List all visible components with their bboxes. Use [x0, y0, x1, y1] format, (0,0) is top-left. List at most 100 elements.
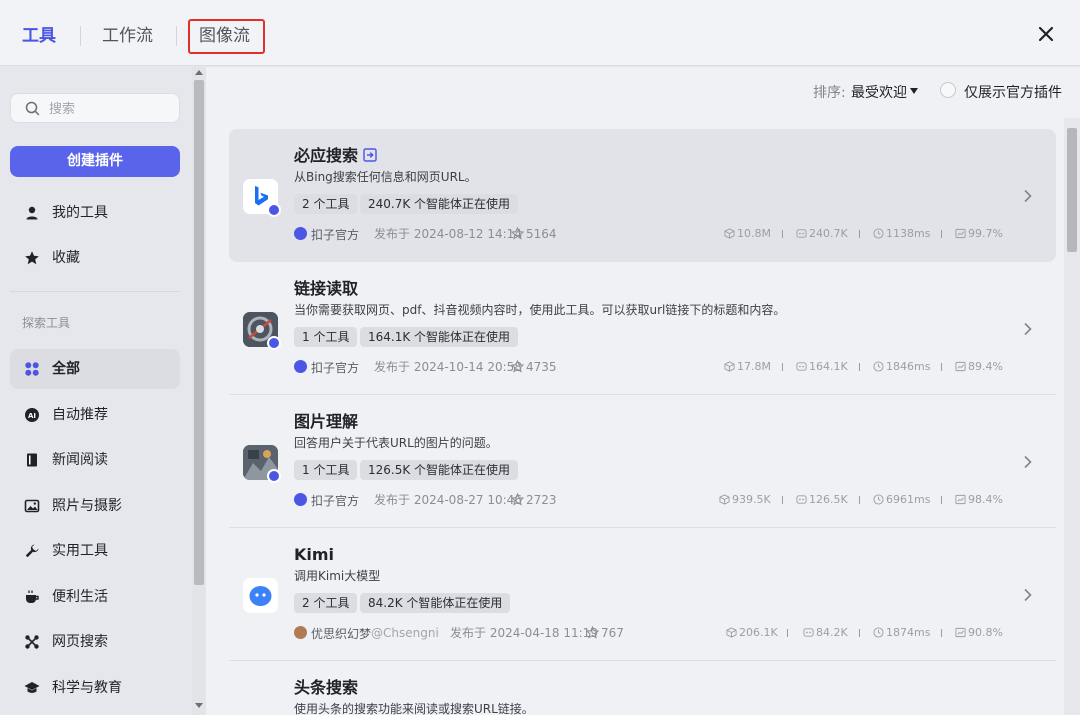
wrench-icon: [25, 544, 39, 558]
sidebar-item-favorites[interactable]: 收藏: [10, 238, 180, 278]
book-icon: [27, 453, 37, 467]
plugin-title[interactable]: 图片理解: [294, 412, 358, 432]
tab-workflow[interactable]: 工作流: [102, 24, 153, 48]
chart-icon: [955, 627, 966, 638]
latency-value: 1874ms: [886, 626, 931, 639]
main-scrollbar-thumb[interactable]: [1067, 128, 1077, 252]
chevron-right-icon[interactable]: [1023, 189, 1033, 203]
star-count-value: 5164: [526, 227, 557, 241]
bot-count: 84.2K: [803, 625, 848, 641]
stat-divider: [859, 629, 860, 637]
stat-divider: [782, 230, 783, 238]
author-name: 扣子官方: [311, 228, 360, 242]
sidebar-item-science-education[interactable]: 科学与教育: [10, 668, 180, 708]
latency-value: 6961ms: [886, 493, 931, 506]
plugin-title[interactable]: 链接读取: [294, 279, 358, 299]
bot-count: 240.7K: [796, 226, 848, 242]
bot-count-value: 164.1K: [809, 360, 848, 373]
sidebar-item-utilities[interactable]: 实用工具: [10, 531, 180, 571]
section-label: 探索工具: [22, 316, 71, 330]
bot-count-value: 84.2K: [816, 626, 848, 639]
open-detail-icon[interactable]: [363, 148, 377, 162]
publish-date: 发布于 2024-08-27 10:46: [374, 493, 522, 507]
clock-icon: [873, 361, 884, 372]
sidebar-item-lifestyle[interactable]: 便利生活: [10, 577, 180, 617]
bot-count: 126.5K: [796, 492, 848, 508]
clock-icon: [873, 494, 884, 505]
agent-count-tag: 84.2K 个智能体正在使用: [360, 593, 511, 613]
call-count: 206.1K: [726, 625, 778, 641]
plugin-card[interactable]: 头条搜索 使用头条的搜索功能来阅读或搜索URL链接。: [229, 661, 1056, 715]
stat-divider: [787, 629, 788, 637]
stat-divider: [941, 496, 942, 504]
tab-highlight-box: [188, 19, 265, 54]
official-only-label[interactable]: 仅展示官方插件: [964, 82, 1062, 102]
agent-count-tag: 164.1K 个智能体正在使用: [360, 327, 519, 347]
close-icon[interactable]: [1036, 24, 1056, 44]
search-box[interactable]: [10, 93, 180, 123]
chevron-right-icon[interactable]: [1023, 322, 1033, 336]
bot-icon: [796, 495, 807, 504]
caret-down-icon[interactable]: [910, 88, 918, 94]
star-count: 4735: [510, 359, 557, 375]
sort-dropdown[interactable]: 最受欢迎: [851, 82, 907, 102]
call-count: 10.8M: [724, 226, 771, 242]
search-input[interactable]: [49, 99, 169, 119]
author-handle: @Chsengni: [371, 626, 439, 640]
star-outline-icon: [585, 625, 600, 639]
graduation-cap-icon: [24, 682, 40, 693]
plugin-card[interactable]: 图片理解 回答用户关于代表URL的图片的问题。 1 个工具 126.5K 个智能…: [229, 395, 1056, 528]
plugin-card[interactable]: 链接读取 当你需要获取网页、pdf、抖音视频内容时，使用此工具。可以获取url链…: [229, 262, 1056, 395]
official-only-radio[interactable]: [940, 82, 956, 98]
bot-count: 164.1K: [796, 359, 848, 375]
call-count-value: 10.8M: [737, 227, 771, 240]
sidebar-item-my-tools[interactable]: 我的工具: [10, 193, 180, 233]
publish-date: 发布于 2024-08-12 14:14: [374, 227, 522, 241]
plugin-card[interactable]: 必应搜索 从Bing搜索任何信息和网页URL。 2 个工具 240.7K 个智能…: [229, 129, 1056, 262]
bot-icon: [796, 362, 807, 371]
star-outline-icon: [510, 492, 525, 506]
tab-divider: [80, 26, 81, 46]
sidebar-item-web-search[interactable]: 网页搜索: [10, 622, 180, 662]
call-count: 17.8M: [724, 359, 771, 375]
chevron-right-icon[interactable]: [1023, 455, 1033, 469]
top-bar: 工具 工作流 图像流: [0, 0, 1080, 66]
agent-count-tag: 240.7K 个智能体正在使用: [360, 194, 519, 214]
chevron-right-icon[interactable]: [1023, 588, 1033, 602]
star-count: 5164: [510, 226, 557, 242]
sidebar-divider: [10, 291, 180, 292]
plugin-title[interactable]: 必应搜索: [294, 146, 358, 166]
latency-value: 1846ms: [886, 360, 931, 373]
chart-icon: [955, 228, 966, 239]
stat-divider: [782, 496, 783, 504]
success-rate-value: 99.7%: [968, 227, 1003, 240]
sidebar-item-auto-recommend[interactable]: AI 自动推荐: [10, 395, 180, 435]
sidebar-item-label: 全部: [52, 361, 80, 377]
plugin-description: 从Bing搜索任何信息和网页URL。: [294, 170, 477, 184]
sidebar-item-label: 照片与摄影: [52, 498, 122, 514]
plugin-title[interactable]: 头条搜索: [294, 678, 358, 698]
official-badge-icon: [267, 336, 281, 350]
sidebar-item-photography[interactable]: 照片与摄影: [10, 486, 180, 526]
star-count-value: 2723: [526, 493, 557, 507]
scroll-down-arrow-icon[interactable]: [195, 703, 203, 708]
plugin-title[interactable]: Kimi: [294, 545, 334, 565]
plugin-card[interactable]: Kimi 调用Kimi大模型 2 个工具 84.2K 个智能体正在使用 优思织幻…: [229, 528, 1056, 661]
cup-icon: [26, 590, 39, 603]
official-badge-icon: [267, 203, 281, 217]
tab-tools[interactable]: 工具: [22, 24, 56, 48]
latency: 6961ms: [873, 492, 930, 508]
sidebar-item-news[interactable]: 新闻阅读: [10, 440, 180, 480]
sidebar-scrollbar-thumb[interactable]: [194, 80, 204, 585]
chart-icon: [955, 361, 966, 372]
ai-icon: AI: [25, 408, 39, 422]
sidebar-item-all[interactable]: 全部: [10, 349, 180, 389]
scroll-up-arrow-icon[interactable]: [195, 70, 203, 75]
cube-icon: [726, 627, 737, 638]
author-name: 扣子官方: [311, 361, 360, 375]
create-plugin-button[interactable]: 创建插件: [10, 146, 180, 177]
call-count-value: 939.5K: [732, 493, 771, 506]
kimi-logo-icon: [243, 578, 278, 613]
success-rate-value: 90.8%: [968, 626, 1003, 639]
star-count-value: 4735: [526, 360, 557, 374]
